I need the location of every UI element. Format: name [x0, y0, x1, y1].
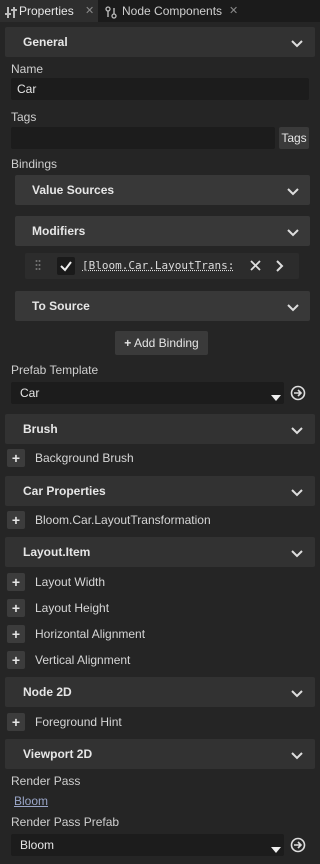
section-title: Layout.Item: [23, 545, 91, 559]
plus-icon[interactable]: +: [7, 599, 25, 617]
render-pass-label: Render Pass: [11, 774, 81, 788]
tags-button[interactable]: Tags: [279, 127, 309, 149]
chevron-down-icon: [291, 547, 303, 561]
modifiers-header[interactable]: Modifiers: [15, 216, 310, 246]
section-layout-item[interactable]: Layout.Item: [5, 537, 315, 567]
property-label: Bloom.Car.LayoutTransformation: [35, 513, 211, 527]
section-title: Viewport 2D: [23, 747, 93, 761]
drag-handle-icon[interactable]: [35, 258, 41, 275]
name-field[interactable]: Car: [11, 78, 309, 100]
chevron-down-icon: [291, 37, 303, 51]
chevron-down-icon: [291, 749, 303, 763]
tab-node-components[interactable]: Node Components ✕: [100, 0, 245, 22]
go-to-prefab-icon[interactable]: [290, 837, 306, 853]
plus-icon[interactable]: +: [7, 651, 25, 669]
tab-label: Properties: [19, 4, 74, 18]
property-row: + Layout Width: [5, 571, 315, 593]
sub-title: Modifiers: [32, 224, 86, 238]
to-source-header[interactable]: To Source: [15, 291, 310, 321]
chevron-down-icon: [291, 687, 303, 701]
properties-icon: [5, 4, 17, 26]
property-row: + Bloom.Car.LayoutTransformation: [5, 509, 315, 531]
dropdown-arrow-icon: [271, 842, 281, 856]
render-pass-link[interactable]: Bloom: [14, 794, 48, 808]
chevron-down-icon: [291, 424, 303, 438]
section-car-properties[interactable]: Car Properties: [5, 476, 315, 506]
chevron-down-icon: [291, 486, 303, 500]
section-brush[interactable]: Brush: [5, 414, 315, 444]
section-title: Node 2D: [23, 685, 72, 699]
modifier-checkbox[interactable]: [57, 257, 75, 275]
property-label: Horizontal Alignment: [35, 627, 146, 641]
plus-icon[interactable]: +: [7, 713, 25, 731]
section-title: General: [23, 35, 68, 49]
dropdown-value: Bloom: [20, 838, 55, 852]
plus-icon[interactable]: +: [7, 573, 25, 591]
section-general[interactable]: General: [5, 27, 315, 57]
property-label: Vertical Alignment: [35, 653, 131, 667]
name-value: Car: [17, 82, 37, 96]
plus-icon[interactable]: +: [7, 449, 25, 467]
plus-icon[interactable]: +: [7, 511, 25, 529]
dropdown-arrow-icon: [271, 390, 281, 404]
modifier-item: [Bloom.Car.LayoutTrans:: [25, 253, 299, 279]
chevron-right-icon[interactable]: [276, 260, 284, 275]
property-label: Background Brush: [35, 451, 134, 465]
sub-title: Value Sources: [32, 183, 115, 197]
render-pass-prefab-label: Render Pass Prefab: [11, 815, 120, 829]
value-sources-header[interactable]: Value Sources: [15, 175, 310, 205]
go-to-prefab-icon[interactable]: [290, 385, 306, 401]
chevron-down-icon: [287, 226, 299, 240]
add-binding-label: Add Binding: [133, 336, 199, 350]
property-row: + Background Brush: [5, 447, 315, 469]
property-row: + Horizontal Alignment: [5, 623, 315, 645]
prefab-template-label: Prefab Template: [11, 363, 99, 377]
bindings-label: Bindings: [11, 157, 58, 171]
tags-input[interactable]: [11, 127, 275, 149]
dropdown-value: Car: [20, 386, 40, 400]
property-label: Layout Height: [35, 601, 110, 615]
section-node-2d[interactable]: Node 2D: [5, 677, 315, 707]
plus-icon[interactable]: +: [7, 625, 25, 643]
add-binding-button[interactable]: + Add Binding: [115, 331, 208, 355]
prefab-template-dropdown[interactable]: Car: [11, 382, 284, 404]
sub-title: To Source: [32, 299, 90, 313]
tags-label: Tags: [11, 110, 37, 124]
modifier-expression[interactable]: [Bloom.Car.LayoutTrans:: [82, 253, 237, 279]
property-label: Layout Width: [35, 575, 106, 589]
section-title: Brush: [23, 422, 58, 436]
node-components-icon: [105, 4, 117, 26]
property-row: + Foreground Hint: [5, 711, 315, 733]
section-title: Car Properties: [23, 484, 106, 498]
property-row: + Layout Height: [5, 597, 315, 619]
close-icon[interactable]: ✕: [229, 0, 238, 22]
tab-properties[interactable]: Properties ✕: [0, 0, 98, 22]
checkmark-icon: [60, 261, 72, 272]
section-viewport-2d[interactable]: Viewport 2D: [5, 739, 315, 769]
tab-label: Node Components: [122, 4, 223, 18]
chevron-down-icon: [287, 185, 299, 199]
property-label: Foreground Hint: [35, 715, 122, 729]
remove-icon[interactable]: [250, 260, 261, 274]
chevron-down-icon: [287, 301, 299, 315]
close-icon[interactable]: ✕: [85, 0, 94, 22]
plus-icon: +: [124, 336, 132, 350]
name-label: Name: [11, 62, 44, 76]
tab-bar: Properties ✕ Node Components ✕: [0, 0, 320, 22]
property-row: + Vertical Alignment: [5, 649, 315, 671]
render-pass-prefab-dropdown[interactable]: Bloom: [11, 834, 284, 856]
